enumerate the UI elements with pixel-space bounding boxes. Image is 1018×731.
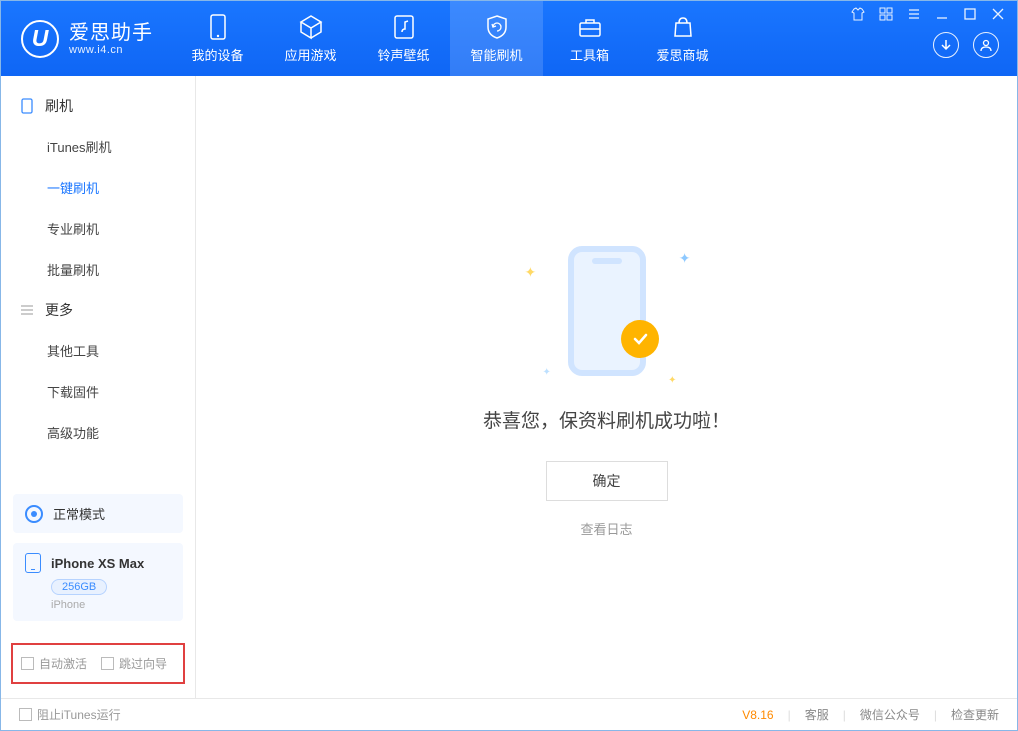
download-button[interactable] [933,32,959,58]
sparkle-icon: ✦ [525,264,537,281]
view-log-link[interactable]: 查看日志 [580,519,632,538]
section-label: 更多 [45,300,73,320]
footer-link-update[interactable]: 检查更新 [951,706,999,723]
sidebar: 刷机 iTunes刷机 一键刷机 专业刷机 批量刷机 更多 其他工具 下载固件 … [1,76,196,698]
header-right [839,1,1017,76]
footer-link-support[interactable]: 客服 [805,706,829,723]
mode-icon [25,505,43,523]
sidebar-item-batch-flash[interactable]: 批量刷机 [1,249,195,290]
user-controls [933,32,1005,70]
sidebar-item-advanced[interactable]: 高级功能 [1,412,195,453]
body: 刷机 iTunes刷机 一键刷机 专业刷机 批量刷机 更多 其他工具 下载固件 … [1,76,1017,698]
list-icon [19,302,35,318]
checkbox-auto-activate[interactable]: 自动激活 [21,655,87,672]
device-mode-card[interactable]: 正常模式 [13,494,183,533]
checkbox-icon [21,657,34,670]
device-type: iPhone [51,599,171,611]
sidebar-section-flash: 刷机 [1,86,195,126]
checkbox-label: 跳过向导 [119,655,167,672]
toolbox-icon [577,14,603,40]
sidebar-item-other-tools[interactable]: 其他工具 [1,330,195,371]
nav-apps[interactable]: 应用游戏 [264,1,357,76]
user-button[interactable] [973,32,999,58]
logo-icon: U [21,20,59,58]
shirt-icon[interactable] [851,7,865,21]
footer-link-wechat[interactable]: 微信公众号 [860,706,920,723]
minimize-button[interactable] [935,7,949,21]
version-label: V8.16 [742,708,773,722]
separator: | [843,708,846,722]
main-content: ✦ ✦ ✦ ✦ 恭喜您，保资料刷机成功啦！ 确定 查看日志 [196,76,1017,698]
device-info-card[interactable]: iPhone XS Max 256GB iPhone [13,543,183,621]
phone-icon [205,14,231,40]
flash-options-highlight: 自动激活 跳过向导 [11,643,185,684]
checkbox-label: 自动激活 [39,655,87,672]
checkbox-label: 阻止iTunes运行 [37,706,121,723]
sidebar-item-pro-flash[interactable]: 专业刷机 [1,208,195,249]
sparkle-icon: ✦ [543,367,551,378]
window-controls [851,7,1005,21]
phone-small-icon [19,98,35,114]
success-illustration: ✦ ✦ ✦ ✦ [507,236,707,386]
menu-icon[interactable] [907,7,921,21]
close-button[interactable] [991,7,1005,21]
checkbox-block-itunes[interactable]: 阻止iTunes运行 [19,706,121,723]
section-label: 刷机 [45,96,73,116]
footer: 阻止iTunes运行 V8.16 | 客服 | 微信公众号 | 检查更新 [1,698,1017,730]
device-capacity: 256GB [51,579,107,595]
device-mode: 正常模式 [53,504,105,523]
cube-icon [298,14,324,40]
device-name: iPhone XS Max [51,556,144,571]
sidebar-nav: 刷机 iTunes刷机 一键刷机 专业刷机 批量刷机 更多 其他工具 下载固件 … [1,76,195,484]
app-window: U 爱思助手 www.i4.cn 我的设备 应用游戏 铃声壁纸 智能刷机 [0,0,1018,731]
checkbox-icon [101,657,114,670]
logo-text: 爱思助手 www.i4.cn [69,22,153,56]
checkbox-icon [19,708,32,721]
music-icon [391,14,417,40]
nav-label: 铃声壁纸 [377,45,429,64]
grid-icon[interactable] [879,7,893,21]
nav-ringtones[interactable]: 铃声壁纸 [357,1,450,76]
sparkle-icon: ✦ [668,375,676,386]
ok-button[interactable]: 确定 [546,461,668,501]
nav-flash[interactable]: 智能刷机 [450,1,543,76]
device-panel: 正常模式 iPhone XS Max 256GB iPhone [13,494,183,621]
nav-my-device[interactable]: 我的设备 [171,1,264,76]
checkbox-skip-wizard[interactable]: 跳过向导 [101,655,167,672]
app-subtitle: www.i4.cn [69,44,153,56]
header: U 爱思助手 www.i4.cn 我的设备 应用游戏 铃声壁纸 智能刷机 [1,1,1017,76]
sidebar-item-download-firmware[interactable]: 下载固件 [1,371,195,412]
sidebar-item-oneclick-flash[interactable]: 一键刷机 [1,167,195,208]
maximize-button[interactable] [963,7,977,21]
sidebar-section-more: 更多 [1,290,195,330]
separator: | [934,708,937,722]
nav-label: 工具箱 [570,45,609,64]
app-title: 爱思助手 [69,22,153,44]
device-icon [25,553,41,573]
refresh-shield-icon [484,14,510,40]
success-message: 恭喜您，保资料刷机成功啦！ [483,406,730,433]
footer-right: V8.16 | 客服 | 微信公众号 | 检查更新 [742,706,999,723]
nav-toolbox[interactable]: 工具箱 [543,1,636,76]
logo-area: U 爱思助手 www.i4.cn [1,1,171,76]
nav-store[interactable]: 爱思商城 [636,1,729,76]
sparkle-icon: ✦ [679,250,691,267]
footer-left: 阻止iTunes运行 [19,706,121,723]
nav-label: 爱思商城 [656,45,708,64]
sidebar-item-itunes-flash[interactable]: iTunes刷机 [1,126,195,167]
nav-label: 我的设备 [191,45,243,64]
nav-label: 智能刷机 [470,45,522,64]
nav: 我的设备 应用游戏 铃声壁纸 智能刷机 工具箱 爱思商城 [171,1,729,76]
bag-icon [670,14,696,40]
nav-label: 应用游戏 [284,45,336,64]
success-check-icon [621,320,659,358]
separator: | [788,708,791,722]
